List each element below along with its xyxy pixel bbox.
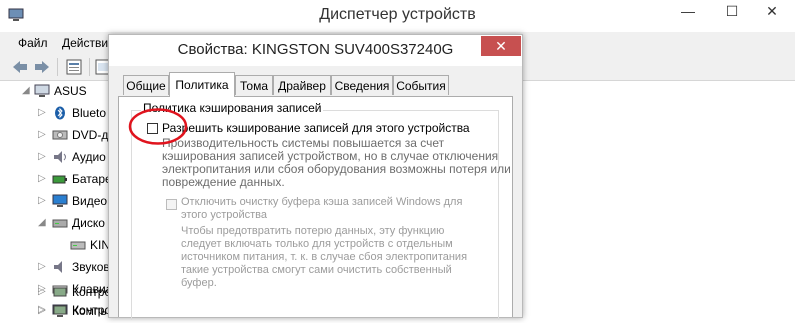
menu-file[interactable]: Файл [18,36,48,50]
device-tree: ◢ ASUS ▷ Blueto ▷ DVD-д ▷ Аудио ▷ Батаре… [0,81,112,318]
tree-item-label: Диско [72,216,105,230]
disable-flush-description-line: Чтобы предотвратить потерю данных, эту ф… [181,225,445,237]
disable-flush-description-line: следует включать только для устройств с … [181,238,453,250]
tree-item-controllers-2[interactable]: ▷ Контро [0,300,112,322]
expand-arrow-icon[interactable]: ▷ [38,151,48,163]
disable-flush-description-line: источником питания, т. к. в случае сбоя … [181,251,468,263]
menu-action[interactable]: Действи [62,36,108,50]
tab-strip: Общие Политика Тома Драйвер Сведения Соб… [109,72,522,97]
controller-icon [53,305,67,315]
collapse-arrow-icon[interactable]: ◢ [22,85,32,97]
tree-item-label: KIN [90,238,111,252]
bluetooth-icon [55,106,65,120]
disable-buffer-flush-checkbox[interactable] [166,199,177,210]
dvd-drive-icon [52,130,68,140]
tab-details[interactable]: Сведения [331,75,393,95]
properties-icon[interactable] [65,58,83,76]
tree-item-label: Звуков [72,260,110,274]
expand-arrow-icon[interactable]: ▷ [38,261,48,273]
tree-root-label: ASUS [54,84,87,98]
dialog-title: Свойства: KINGSTON SUV400S37240G [177,41,454,58]
disable-flush-description-line: буфер. [181,277,217,289]
maximize-button[interactable]: ☐ [712,0,752,22]
battery-icon [52,175,67,184]
tree-item-label: Blueto [72,106,107,120]
collapse-arrow-icon[interactable]: ◢ [38,217,48,229]
expand-arrow-icon[interactable]: ▷ [38,173,48,185]
tree-item-label: Аудио [72,150,106,164]
disable-buffer-flush-label[interactable]: Отключить очистку буфера кэша записей Wi… [181,196,462,209]
enable-write-caching-checkbox[interactable] [147,123,158,134]
tab-general[interactable]: Общие [123,75,169,95]
enable-write-caching-label[interactable]: Разрешить кэширование записей для этого … [162,122,470,135]
disable-buffer-flush-label: этого устройства [181,209,268,221]
expand-arrow-icon[interactable]: ▷ [38,195,48,207]
tree-item-label: Контро [72,303,112,317]
properties-dialog: Свойства: KINGSTON SUV400S37240G ✕ Общие… [108,34,523,320]
policy-tab-panel: Политика кэширования записей Разрешить к… [118,96,513,320]
dialog-close-button[interactable]: ✕ [481,36,521,56]
computer-icon [34,84,50,97]
device-manager-content-area [518,81,795,316]
tree-item-label: DVD-д [72,128,109,142]
tree-item-label: Видео [72,194,108,208]
disable-flush-description-line: такие устройства смогут сами очистить со… [181,264,452,276]
close-button[interactable]: ✕ [752,0,792,22]
tab-volumes[interactable]: Тома [235,75,273,95]
tab-driver[interactable]: Драйвер [273,75,331,95]
back-arrow-icon[interactable] [11,58,29,76]
disk-drive-icon [52,219,68,228]
sound-icon [54,261,62,273]
expand-arrow-icon[interactable]: ▷ [38,129,48,141]
expand-arrow-icon[interactable]: ▷ [38,286,48,298]
expand-arrow-icon[interactable]: ▷ [38,107,48,119]
display-adapter-icon [52,194,68,207]
enable-caching-description-line: повреждение данных. [162,175,285,189]
controller-icon [53,287,67,297]
tab-events[interactable]: События [393,75,449,95]
forward-arrow-icon[interactable] [33,58,51,76]
device-manager-titlebar: Диспетчер устройств — ☐ ✕ [0,0,795,32]
tab-policy[interactable]: Политика [169,72,235,97]
tree-item-label: Контро [72,285,112,299]
minimize-button[interactable]: — [668,0,708,22]
disk-device-icon [70,241,86,250]
tree-item-label: Батаре [72,172,112,186]
dialog-titlebar: Свойства: KINGSTON SUV400S37240G ✕ [109,35,522,66]
audio-icon [54,151,66,163]
expand-arrow-icon[interactable]: ▷ [38,304,48,316]
group-title: Политика кэширования записей [141,101,324,115]
